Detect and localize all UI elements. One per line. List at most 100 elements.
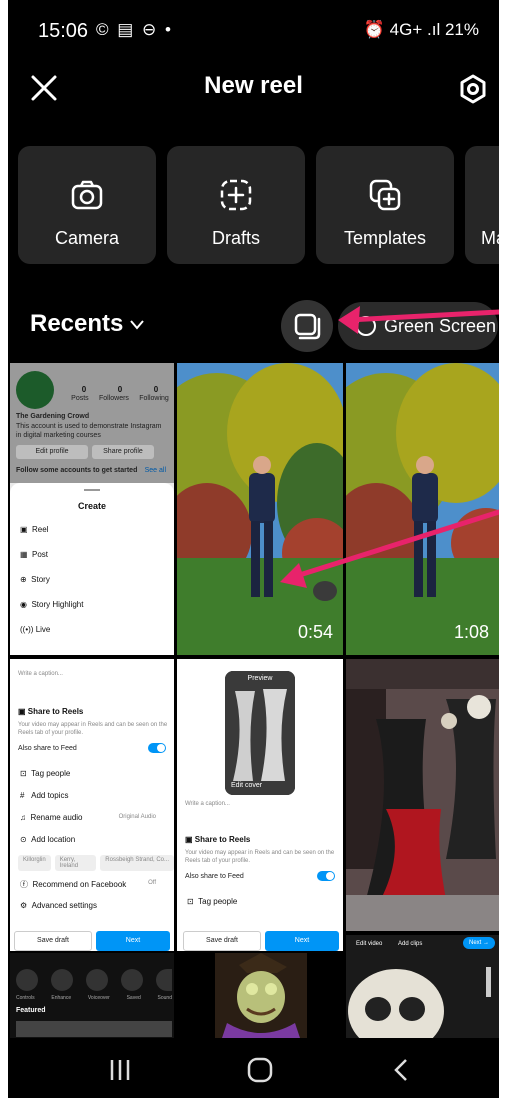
profile-name: The Gardening Crowd — [16, 413, 90, 420]
camera-label: Camera — [54, 228, 120, 248]
video-duration: 0:54 — [297, 622, 333, 642]
status-bar: 15:06 © ▤ ⊖ • ⏰ 4G+ .ıl 21% — [8, 0, 499, 62]
creation-options: Camera Drafts Templates Ma — [18, 146, 499, 264]
top-bar: New reel — [8, 62, 499, 118]
green-screen-label: Green Screen — [384, 316, 497, 336]
green-screen-icon — [356, 316, 376, 336]
edit-video-label: Edit video — [356, 941, 383, 947]
share-desc: Your video may appear in Reels and can b… — [185, 850, 335, 864]
share-desc: Your video may appear in Reels and can b… — [18, 722, 168, 736]
next-button: Next — [265, 931, 339, 951]
media-thumb-halloween[interactable] — [346, 659, 499, 931]
caption-placeholder: Write a caption... — [185, 801, 230, 807]
save-draft-button: Save draft — [183, 931, 261, 951]
page-title: New reel — [204, 72, 303, 99]
select-multiple-icon — [294, 313, 321, 340]
settings-icon[interactable] — [458, 74, 488, 104]
rename-audio-row: ♫ Rename audio — [20, 813, 83, 822]
profile-bio: This account is used to demonstrate Inst… — [16, 423, 162, 439]
create-item-reel: ▣ Reel — [20, 525, 49, 534]
avatar — [16, 371, 54, 409]
share-to-reels-label: ▣ Share to Reels — [18, 707, 84, 716]
featured-strip — [16, 1021, 172, 1037]
create-sheet: Create ▣ Reel ▦ Post ⊕ Story ◉ Story Hig… — [10, 483, 174, 655]
create-item-live: ((•)) Live — [20, 625, 51, 634]
media-thumb-skull[interactable]: Edit video Add clips Next → — [346, 935, 499, 1041]
share-profile-button: Share profile — [92, 445, 154, 459]
media-thumb-tools[interactable]: Controls Enhance Voiceover Saved Sound F… — [10, 953, 174, 1041]
status-left-icons: © ▤ ⊖ • — [96, 20, 173, 39]
video-duration: 1:08 — [453, 622, 489, 642]
edit-profile-button: Edit profile — [16, 445, 88, 459]
media-thumb-video-1[interactable]: 0:54 — [177, 363, 343, 655]
drafts-tile[interactable]: Drafts — [167, 146, 305, 264]
edit-cover-label: Edit cover — [231, 782, 263, 789]
add-clips-label: Add clips — [398, 941, 423, 947]
featured-label: Featured — [16, 1007, 46, 1014]
voiceover-icon — [86, 969, 108, 991]
green-screen-button[interactable]: Green Screen — [338, 302, 498, 350]
more-label: Ma — [481, 228, 499, 248]
tool-label: Voiceover — [87, 995, 110, 1001]
templates-label: Templates — [343, 228, 427, 248]
next-pill: Next → — [462, 937, 495, 949]
caption-placeholder: Write a caption... — [18, 671, 63, 677]
posts-label: Posts — [71, 395, 89, 402]
location-chip: Rossbeigh Strand, Co... — [100, 855, 174, 871]
location-chip: Killorglin — [18, 855, 51, 871]
tool-label: Enhance — [51, 995, 72, 1001]
garden-photo — [346, 363, 499, 655]
location-chip: Kerry, Ireland — [54, 855, 97, 871]
witch-photo — [215, 953, 307, 1041]
recommend-value: Off — [148, 880, 156, 886]
location-chips: Killorglin Kerry, Ireland Rossbeigh Stra… — [18, 855, 174, 871]
tag-people-row: ⊡ Tag people — [187, 897, 238, 906]
media-thumb-share-1[interactable]: Write a caption... ▣ Share to Reels Your… — [10, 659, 174, 951]
create-item-story: ⊕ Story — [20, 575, 50, 584]
controls-icon — [16, 969, 38, 991]
tool-label: Saved — [126, 995, 141, 1001]
follow-suggestion: Follow some accounts to get started — [16, 467, 138, 474]
following-count: 0 — [153, 385, 159, 394]
save-draft-button: Save draft — [14, 931, 92, 951]
share-to-reels-label: ▣ Share to Reels — [185, 835, 251, 844]
status-right-icons: ⏰ 4G+ .ıl 21% — [363, 20, 479, 39]
select-multiple-button[interactable] — [281, 300, 333, 352]
camera-tile[interactable]: Camera — [18, 146, 156, 264]
home-icon[interactable] — [246, 1056, 274, 1084]
add-location-row: ⊙ Add location — [20, 835, 76, 844]
templates-tile[interactable]: Templates — [316, 146, 454, 264]
followers-label: Followers — [98, 395, 129, 402]
next-button: Next — [96, 931, 170, 951]
recommend-row: ⓕ Recommend on Facebook — [20, 880, 127, 889]
back-icon[interactable] — [392, 1058, 412, 1082]
preview-label: Preview — [247, 675, 273, 682]
templates-icon — [316, 178, 454, 212]
recent-apps-icon[interactable] — [108, 1058, 132, 1082]
sound-icon — [156, 969, 172, 991]
posts-count: 0 — [81, 385, 87, 394]
also-share-label: Also share to Feed — [185, 873, 244, 880]
drafts-icon — [167, 178, 305, 212]
following-label: Following — [139, 395, 169, 402]
media-thumb-witch[interactable] — [177, 953, 343, 1041]
tool-labels: Controls Enhance Voiceover Saved Sound — [16, 995, 172, 1001]
advanced-settings-row: ⚙ Advanced settings — [20, 901, 97, 910]
recents-dropdown[interactable]: Recents — [30, 310, 123, 338]
phone-screen: 15:06 © ▤ ⊖ • ⏰ 4G+ .ıl 21% New reel Cam… — [8, 0, 499, 1098]
media-thumb-share-2[interactable]: Preview Edit cover Write a caption... ▣ … — [177, 659, 343, 951]
create-item-post: ▦ Post — [20, 550, 49, 559]
add-topics-row: # Add topics — [20, 791, 69, 800]
media-thumb-profile[interactable]: 0 0 0 Posts Followers Following The Gard… — [10, 363, 174, 655]
create-title: Create — [77, 501, 106, 511]
tag-people-row: ⊡ Tag people — [20, 769, 71, 778]
feed-toggle — [148, 743, 166, 753]
chevron-down-icon[interactable] — [130, 320, 144, 330]
more-tile[interactable]: Ma — [465, 146, 499, 264]
enhance-icon — [51, 969, 73, 991]
halloween-photo — [346, 659, 499, 931]
media-thumb-video-2[interactable]: 1:08 — [346, 363, 499, 655]
status-time: 15:06 — [38, 20, 89, 42]
camera-icon — [18, 178, 156, 212]
tool-label: Controls — [16, 995, 35, 1001]
